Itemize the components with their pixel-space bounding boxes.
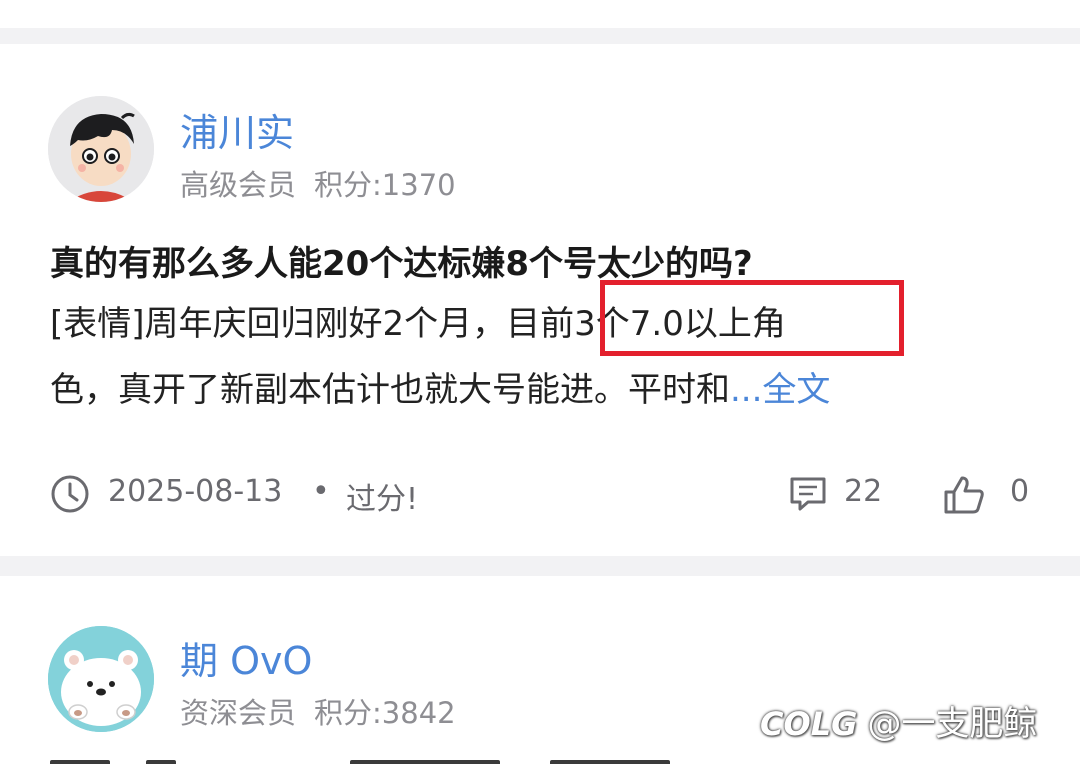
user-avatar[interactable] [48,626,154,732]
post-tag[interactable]: 过分! [346,474,418,518]
watermark-text: @一支肥鲸 [867,704,1038,744]
comment-count: 22 [844,474,883,509]
user-meta: 高级会员 积分:1370 [180,162,474,204]
post-separator [0,556,1080,576]
watermark: COLG @一支肥鲸 [760,696,1037,745]
member-level: 高级会员 [180,168,297,202]
post-card[interactable]: 浦川实 高级会员 积分:1370 真的有那么多人能20个达标嫌8个号太少的吗? [… [0,44,1080,556]
post-excerpt-text: 色，真开了新副本估计也就大号能进。平时和 [50,370,730,410]
username[interactable]: 浦川实 [180,102,294,157]
username[interactable]: 期 OvO [180,630,312,685]
highlight-annotation-box [600,280,904,356]
post-title-partial [50,756,750,764]
watermark-logo: COLG [760,705,858,743]
comment-icon[interactable] [788,474,828,514]
post-title[interactable]: 真的有那么多人能20个达标嫌8个号太少的吗? [50,236,753,285]
post-footer: 2025-08-13 • 过分! 22 0 [50,472,1040,518]
post-date: 2025-08-13 [108,474,283,509]
thumbs-up-icon[interactable] [942,472,986,516]
user-points: 积分:3842 [314,696,456,730]
top-separator [0,0,1080,44]
read-full-link[interactable]: ...全文 [730,370,830,410]
post-card[interactable]: 期 OvO 资深会员 积分:3842 COLG @一支肥鲸 [0,576,1080,764]
separator-dot: • [312,474,330,509]
clock-icon [51,475,89,513]
member-level: 资深会员 [180,696,297,730]
user-avatar[interactable] [48,96,154,202]
user-meta: 资深会员 积分:3842 [180,690,474,732]
post-excerpt-line[interactable]: 色，真开了新副本估计也就大号能进。平时和...全文 [50,362,830,411]
like-count: 0 [1010,474,1030,509]
user-points: 积分:1370 [314,168,456,202]
